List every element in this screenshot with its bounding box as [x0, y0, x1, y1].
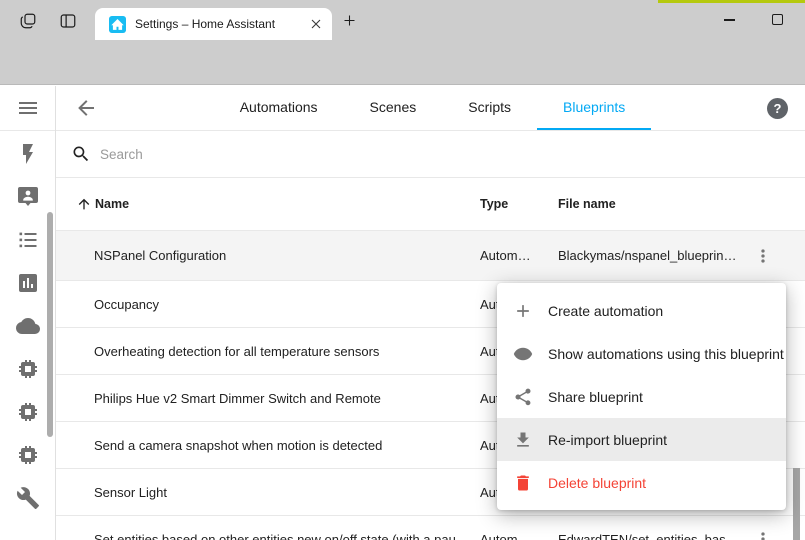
- menu-item-label: Delete blueprint: [548, 475, 646, 491]
- sidebar-item-device-icon[interactable]: [16, 400, 40, 424]
- app-back-icon[interactable]: [74, 96, 98, 120]
- column-name[interactable]: Name: [76, 196, 480, 212]
- tab-title: Settings – Home Assistant: [135, 17, 308, 31]
- menu-item-label: Share blueprint: [548, 389, 643, 405]
- sidebar-item-cloud-icon[interactable]: [16, 314, 40, 338]
- search-icon: [71, 144, 91, 164]
- new-tab-icon[interactable]: [342, 13, 357, 28]
- row-name: NSPanel Configuration: [94, 248, 480, 263]
- help-icon[interactable]: ?: [767, 98, 788, 119]
- eye-icon: [513, 344, 533, 364]
- sidebar-item-chip-icon[interactable]: [16, 443, 40, 467]
- row-type: Autom…: [480, 532, 558, 540]
- window-minimize-icon[interactable]: [724, 19, 735, 21]
- tab-scripts[interactable]: Scripts: [442, 86, 537, 130]
- row-name: Sensor Light: [94, 485, 480, 500]
- workspaces-icon[interactable]: [19, 12, 37, 30]
- browser-tab[interactable]: Settings – Home Assistant: [95, 8, 332, 40]
- row-file: EdwardTEN/set_entities_bas…: [558, 532, 743, 540]
- browser-toolbar: Not secure homeassistant.local:8123/...: [0, 40, 805, 85]
- top-edge-stripe: [658, 0, 805, 3]
- sidebar-menu-icon[interactable]: [16, 96, 40, 120]
- tab-blueprints[interactable]: Blueprints: [537, 86, 651, 130]
- sidebar-item-history-icon[interactable]: [16, 271, 40, 295]
- sidebar-item-esphome-icon[interactable]: [16, 357, 40, 381]
- tab-scenes[interactable]: Scenes: [344, 86, 443, 130]
- tab-actions-icon[interactable]: [59, 12, 77, 30]
- search-field[interactable]: Search: [56, 131, 805, 178]
- plus-icon: [513, 301, 533, 321]
- search-placeholder: Search: [100, 147, 143, 162]
- table-header: Name Type File name: [56, 178, 805, 231]
- sort-ascending-icon: [76, 196, 92, 212]
- table-row[interactable]: Set entities based on other entities new…: [56, 516, 805, 540]
- menu-item-show-automations[interactable]: Show automations using this blueprint: [497, 332, 786, 375]
- row-overflow-button[interactable]: [743, 246, 783, 266]
- menu-item-delete-blueprint[interactable]: Delete blueprint: [497, 461, 786, 504]
- row-name: Set entities based on other entities new…: [94, 532, 480, 540]
- row-name: Philips Hue v2 Smart Dimmer Switch and R…: [94, 391, 480, 406]
- sidebar-item-developer-tools-icon[interactable]: [16, 486, 40, 510]
- row-file: Blackymas/nspanel_blueprin…: [558, 248, 743, 263]
- menu-item-create-automation[interactable]: Create automation: [497, 289, 786, 332]
- menu-item-share-blueprint[interactable]: Share blueprint: [497, 375, 786, 418]
- share-icon: [513, 387, 533, 407]
- row-name: Occupancy: [94, 297, 480, 312]
- app-bar: Automations Scenes Scripts Blueprints ?: [56, 86, 805, 131]
- row-overflow-button[interactable]: [743, 529, 783, 540]
- dots-vertical-icon: [753, 246, 773, 266]
- menu-item-reimport-blueprint[interactable]: Re-import blueprint: [497, 418, 786, 461]
- browser-title-bar: Settings – Home Assistant: [0, 0, 805, 40]
- tab-close-icon[interactable]: [308, 16, 324, 32]
- trash-icon: [513, 473, 533, 493]
- sidebar-scrollbar[interactable]: [47, 212, 53, 437]
- menu-item-label: Create automation: [548, 303, 663, 319]
- browser-window: Settings – Home Assistant Not secure hom…: [0, 0, 805, 540]
- dots-vertical-icon: [753, 529, 773, 540]
- sidebar: [0, 86, 56, 540]
- row-name: Send a camera snapshot when motion is de…: [94, 438, 480, 453]
- nav-tabs: Automations Scenes Scripts Blueprints: [98, 86, 767, 130]
- row-type: Autom…: [480, 248, 558, 263]
- tab-automations[interactable]: Automations: [214, 86, 344, 130]
- table-row[interactable]: NSPanel Configuration Autom… Blackymas/n…: [56, 231, 805, 281]
- download-icon: [513, 430, 533, 450]
- window-maximize-icon[interactable]: [772, 14, 783, 25]
- menu-item-label: Re-import blueprint: [548, 432, 667, 448]
- blueprint-context-menu: Create automation Show automations using…: [497, 283, 786, 510]
- home-assistant-favicon: [109, 16, 126, 33]
- sidebar-item-energy-icon[interactable]: [16, 142, 40, 166]
- column-file-name[interactable]: File name: [558, 197, 805, 211]
- row-name: Overheating detection for all temperatur…: [94, 344, 480, 359]
- column-type[interactable]: Type: [480, 197, 558, 211]
- sidebar-item-assist-icon[interactable]: [16, 185, 40, 209]
- page-scrollbar[interactable]: [793, 468, 800, 540]
- sidebar-item-todo-icon[interactable]: [16, 228, 40, 252]
- menu-item-label: Show automations using this blueprint: [548, 346, 784, 362]
